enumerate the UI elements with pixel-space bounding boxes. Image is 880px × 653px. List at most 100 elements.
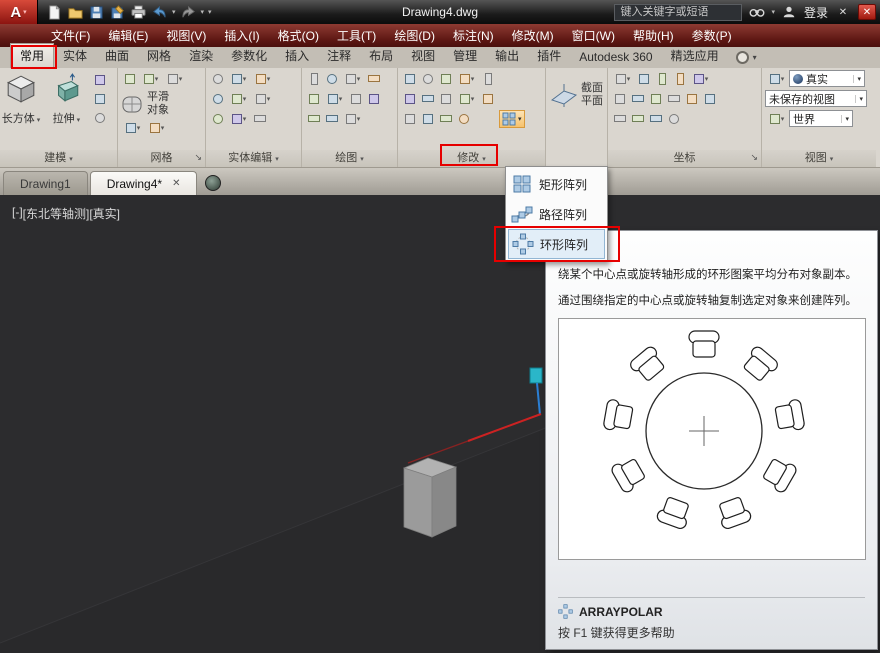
viewport-menu-control[interactable]: [-] [12,205,23,222]
panel-label-modify[interactable]: 修改 [398,150,545,167]
break-icon[interactable] [455,111,473,127]
ucs-apply-icon[interactable] [665,111,683,127]
ucs-world-icon[interactable] [635,71,653,87]
ribbon-tab-autodesk360[interactable]: Autodesk 360 [570,47,661,68]
hatch-icon[interactable] [365,91,383,107]
panel-label-modeling[interactable]: 建模 [0,150,117,167]
panel-label-draw[interactable]: 绘图 [302,150,397,167]
polyline-icon[interactable] [305,91,323,107]
redo-dropdown-icon[interactable]: ▾ [201,8,205,16]
ucs-icon[interactable] [611,71,635,87]
viewport-view-control[interactable]: [东北等轴测] [23,205,90,222]
exchange-apps-icon[interactable]: ✕ [834,4,852,20]
polygon-icon[interactable] [305,111,323,127]
ucs-gizmo-z-icon[interactable] [529,367,543,384]
slice-icon[interactable] [251,111,269,127]
ribbon-tab-output[interactable]: 输出 [486,44,528,68]
ribbon-tab-render[interactable]: 渲染 [180,44,222,68]
qat-customize-icon[interactable]: ▾ [208,8,212,16]
ribbon-cycle-icon[interactable] [735,51,749,64]
explode-icon[interactable] [401,111,419,127]
panel-label-coordinates[interactable]: 坐标 ↘ [608,150,761,167]
lengthen-icon[interactable] [437,111,455,127]
revolve-icon[interactable] [91,110,109,126]
box-button[interactable]: 长方体 [0,68,42,146]
region-icon[interactable] [323,111,341,127]
login-link[interactable]: 登录 [804,4,828,21]
user-icon[interactable] [781,4,798,21]
intersect-icon[interactable] [209,111,227,127]
ucs-x-icon[interactable] [611,111,629,127]
union-icon[interactable] [209,71,227,87]
new-drawing-icon[interactable] [205,175,222,191]
array-button[interactable] [499,109,525,128]
ribbon-tab-home[interactable]: 常用 [10,43,55,68]
ucs-z2-icon[interactable] [647,111,665,127]
named-views-combo[interactable]: 未保存的视图 [765,90,867,107]
solid-box[interactable] [402,457,458,538]
trim-icon[interactable] [437,71,455,87]
ribbon-tab-featured-apps[interactable]: 精选应用 [662,44,728,68]
stretch-icon[interactable] [455,91,479,107]
close-tab-icon[interactable]: ✕ [172,178,180,189]
smooth-object-button[interactable]: 平滑 对象 [120,91,205,117]
ribbon-tab-parametric[interactable]: 参数化 [222,44,276,68]
panel-label-view[interactable]: 视图 [762,150,876,167]
point-icon[interactable] [341,111,365,127]
rectangle-icon[interactable] [365,71,383,87]
polysolid-icon[interactable] [91,72,109,88]
solidedit-fillet-icon[interactable] [227,71,251,87]
solidedit-separate-icon[interactable] [227,91,251,107]
solidedit-check-icon[interactable] [227,111,251,127]
undo-dropdown-icon[interactable]: ▾ [172,8,176,16]
view-style-icon[interactable] [765,71,789,87]
ucs-combo[interactable]: 世界 [789,110,853,127]
save-icon[interactable] [88,4,105,21]
doc-tab-drawing1[interactable]: Drawing1 [3,171,88,195]
doc-tab-drawing4[interactable]: Drawing4* ✕ [89,171,198,195]
rotate-icon[interactable] [419,71,437,87]
offset-icon[interactable] [479,91,497,107]
mesh-primitives-icon[interactable] [139,71,163,87]
mesh-refine-icon[interactable] [163,71,187,87]
search-input[interactable] [614,3,743,21]
menu-window[interactable]: 窗口(W) [563,24,624,47]
panel-label-solid-editing[interactable]: 实体编辑 [206,150,301,167]
ucs-named-icon[interactable] [701,91,719,107]
ribbon-tab-annotate[interactable]: 注释 [318,44,360,68]
ucs-object-icon[interactable] [647,91,665,107]
line-icon[interactable] [305,71,323,87]
ucs-zaxis-icon[interactable] [671,71,689,87]
menu-item-path-array[interactable]: 路径阵列 [508,199,605,229]
subtract-icon[interactable] [209,91,227,107]
extrude-button[interactable]: 拉伸 [45,68,87,146]
ucs-display-icon[interactable] [765,111,789,127]
binoculars-search-icon[interactable] [748,4,765,21]
visual-style-combo[interactable]: 真实 [789,70,865,87]
viewport-visual-style-control[interactable]: [真实] [89,205,120,222]
move-icon[interactable] [401,71,419,87]
save-as-icon[interactable] [109,4,126,21]
new-file-icon[interactable] [46,4,63,21]
fillet-icon[interactable] [455,71,479,87]
dialog-launcher-icon[interactable]: ↘ [194,149,202,165]
ucs-3point-icon[interactable] [683,91,701,107]
scale-icon[interactable] [437,91,455,107]
mesh-box-icon[interactable] [121,71,139,87]
ribbon-tab-insert[interactable]: 插入 [276,44,318,68]
ribbon-tab-surface[interactable]: 曲面 [96,44,138,68]
erase-icon[interactable] [479,71,497,87]
circle-icon[interactable] [323,71,341,87]
ribbon-tab-mesh[interactable]: 网格 [138,44,180,68]
ucs-origin-icon[interactable] [611,91,629,107]
section-plane-button[interactable]: 截面 平面 [546,68,607,108]
presspull-icon[interactable] [91,91,109,107]
solidedit-shell-icon[interactable] [251,91,275,107]
ucs-y-icon[interactable] [629,111,647,127]
undo-icon[interactable] [151,4,168,21]
ribbon-tab-layout[interactable]: 布局 [360,44,402,68]
ribbon-minimize-icon[interactable]: ▾ [753,53,757,62]
menu-item-polar-array[interactable]: 环形阵列 [508,229,605,259]
ucs-previous-icon[interactable] [629,91,647,107]
solidedit-taper-icon[interactable] [251,71,275,87]
